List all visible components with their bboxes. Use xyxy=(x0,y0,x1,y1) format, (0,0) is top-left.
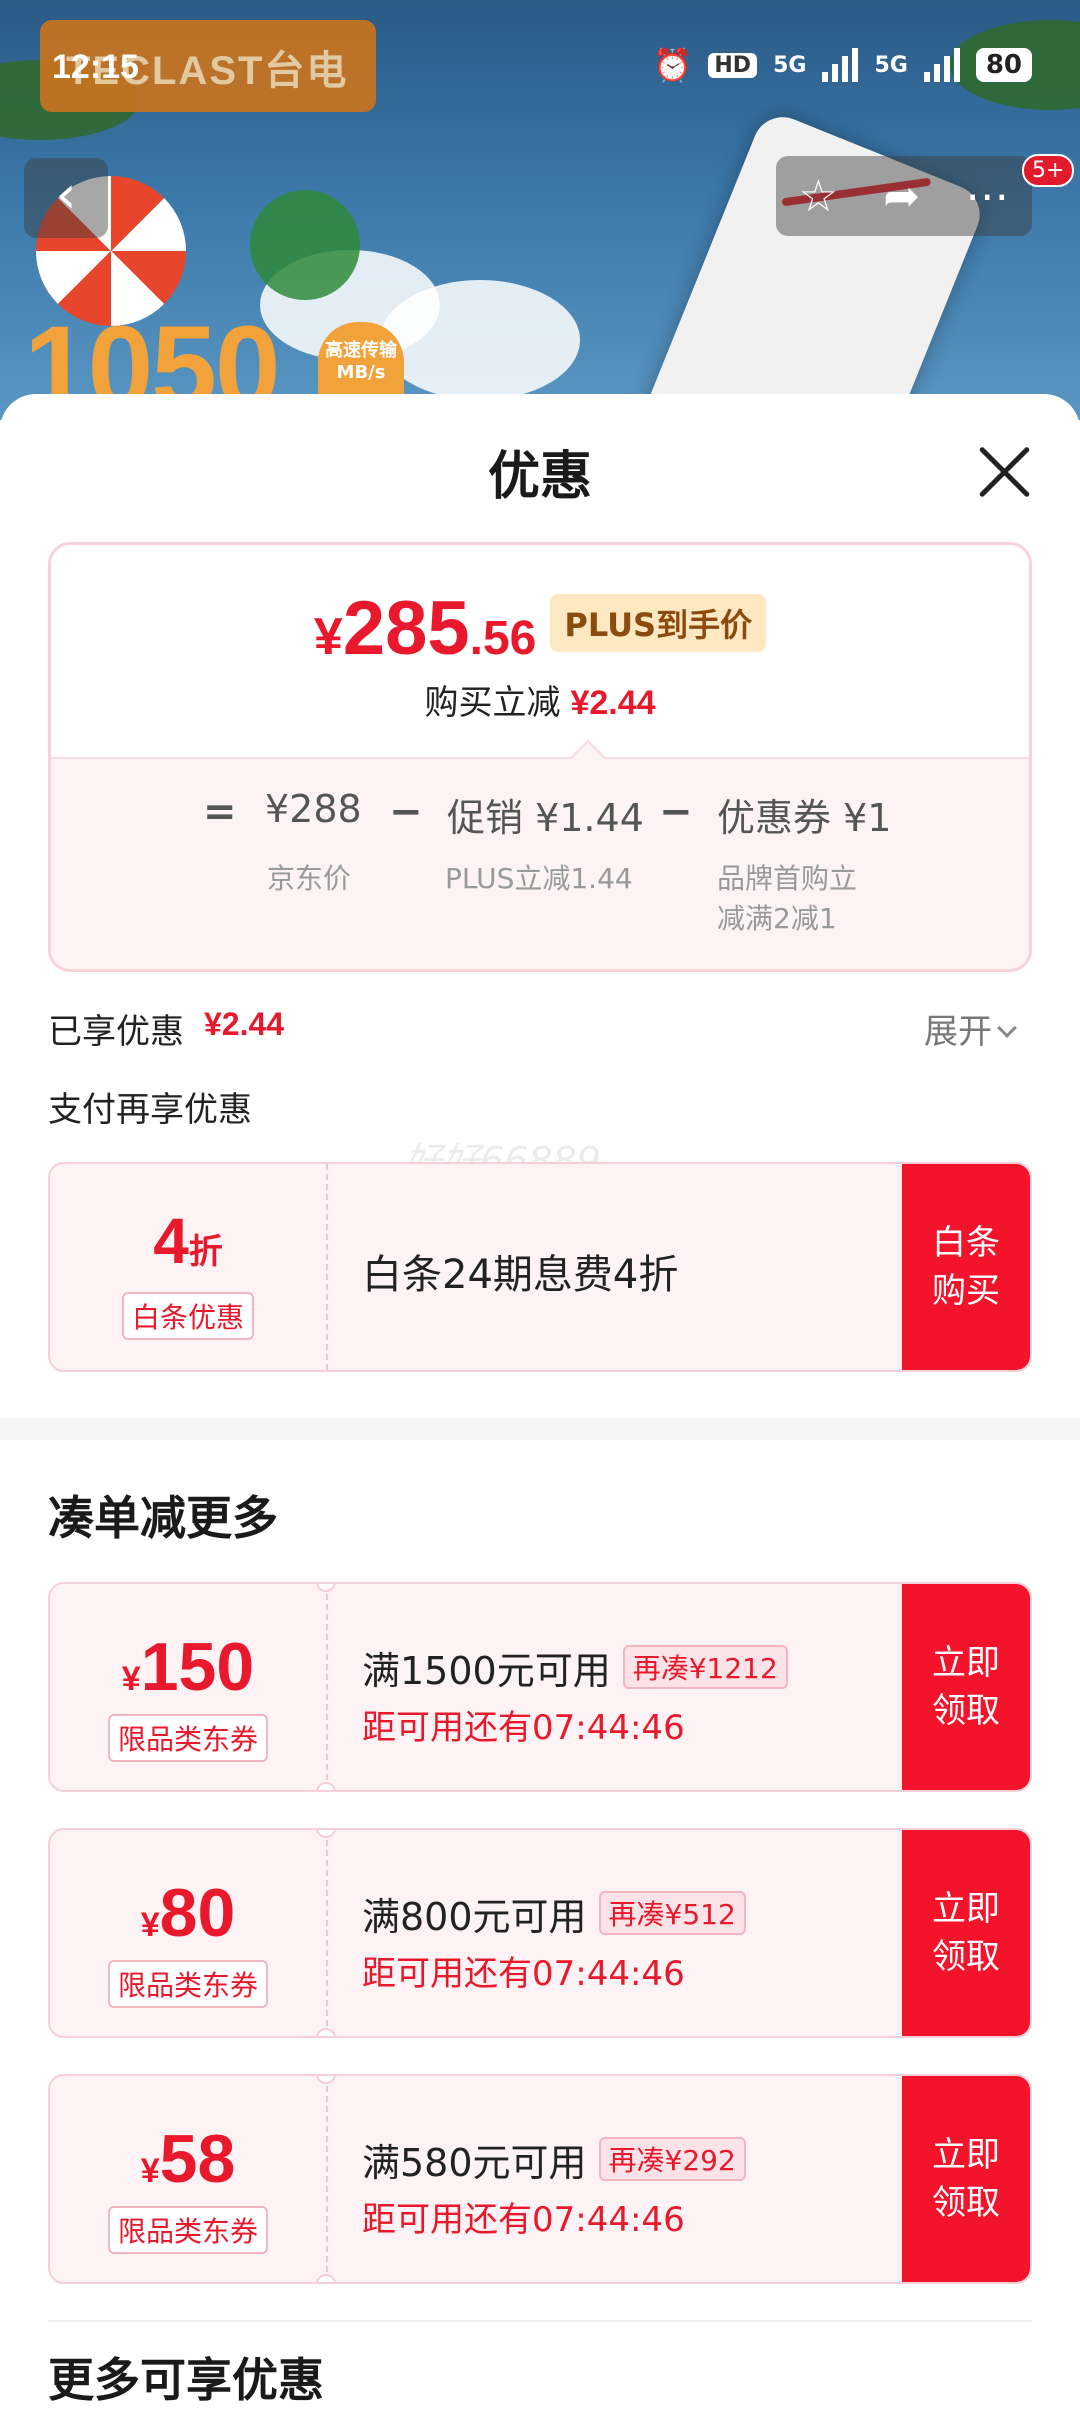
divider-line xyxy=(48,2320,1032,2322)
claim-coupon-button[interactable]: 立即 领取 xyxy=(902,2076,1030,2282)
instant-discount: 购买立减 ¥2.44 xyxy=(51,675,1029,724)
coupon-condition: 满580元可用 再凑¥292 xyxy=(362,2132,746,2187)
baitiao-tag: 白条优惠 xyxy=(121,1292,255,1340)
price-breakdown-card: ¥285.56 PLUS到手价 购买立减 ¥2.44 = ¥288 京东价 − 促销… xyxy=(48,542,1032,972)
back-button[interactable]: ‹ xyxy=(24,158,108,238)
status-icons: ⏰ HD 5G 5G 80 xyxy=(653,46,1032,84)
battery-indicator: 80 xyxy=(975,48,1032,82)
enjoyed-discount-label: 已享优惠 xyxy=(48,1012,184,1052)
coupon-value: 优惠券 ¥1 xyxy=(717,796,892,840)
claim-coupon-button[interactable]: 立即 领取 xyxy=(902,1584,1030,1790)
signal-bars-icon-2 xyxy=(923,48,960,82)
enjoyed-discount-value: ¥2.44 xyxy=(204,1006,285,1042)
baitiao-discount: 4折 xyxy=(153,1205,223,1277)
more-icon[interactable]: ⋯ xyxy=(965,171,1009,222)
close-icon[interactable] xyxy=(974,442,1034,502)
section-title-more-deals: 凑单减更多 xyxy=(48,1491,278,1545)
coupon-condition: 满1500元可用 再凑¥1212 xyxy=(362,1640,788,1695)
signal-5g-label: 5G xyxy=(773,52,807,78)
coupon-amount: ¥58 xyxy=(140,2121,236,2197)
coupon-type-tag: 限品类东券 xyxy=(107,1960,269,2008)
minus-sign: − xyxy=(389,789,423,835)
coupon-label: 品牌首购立 减满2减1 xyxy=(717,862,858,935)
message-count-badge: 5+ xyxy=(1022,154,1075,187)
coupon-countdown: 距可用还有07:44:46 xyxy=(362,1954,685,1994)
speed-unit-badge: 高速传输 MB/s xyxy=(318,322,404,402)
signal-5g-label-2: 5G xyxy=(874,52,908,78)
signal-bars-icon xyxy=(822,48,859,82)
currency-symbol: ¥ xyxy=(313,608,343,666)
promo-label: PLUS立减1.44 xyxy=(445,862,633,895)
coupon-card: ¥150 限品类东券 满1500元可用 再凑¥1212 距可用还有07:44:46… xyxy=(48,1582,1032,1792)
coupon-countdown: 距可用还有07:44:46 xyxy=(362,1708,685,1748)
final-price: ¥285.56 PLUS到手价 xyxy=(51,585,1029,672)
coupon-countdown: 距可用还有07:44:46 xyxy=(362,2200,685,2240)
discount-sheet: 优惠 ¥285.56 PLUS到手价 购买立减 ¥2.44 = ¥288 京东价 −… xyxy=(0,394,1080,2412)
coupon-card: ¥80 限品类东券 满800元可用 再凑¥512 距可用还有07:44:46 立即… xyxy=(48,1828,1032,2038)
section-divider xyxy=(0,1418,1080,1440)
share-icon[interactable]: ➦ xyxy=(883,171,920,222)
product-device-graphic xyxy=(631,108,989,420)
coupon-condition: 满800元可用 再凑¥512 xyxy=(362,1886,746,1941)
price-integer: 285 xyxy=(342,586,470,671)
section-title-extra-deals: 更多可享优惠 xyxy=(48,2353,324,2407)
price-formula: = ¥288 京东价 − 促销 ¥1.44 PLUS立减1.44 − 优惠券 ¥… xyxy=(51,757,1029,969)
coupon-gap-tag: 再凑¥512 xyxy=(598,1891,746,1935)
expand-button[interactable]: 展开 xyxy=(924,1004,1017,1053)
coupon-type-tag: 限品类东券 xyxy=(107,1714,269,1762)
plus-price-tag: PLUS到手价 xyxy=(550,594,767,652)
status-time: 12:15 xyxy=(52,48,139,86)
coupon-card: ¥58 限品类东券 满580元可用 再凑¥292 距可用还有07:44:46 立即… xyxy=(48,2074,1032,2284)
claim-coupon-button[interactable]: 立即 领取 xyxy=(902,1830,1030,2036)
coupon-gap-tag: 再凑¥292 xyxy=(598,2137,746,2181)
sheet-title: 优惠 xyxy=(487,447,592,507)
baitiao-buy-button[interactable]: 白条 购买 xyxy=(902,1164,1030,1370)
chevron-down-icon xyxy=(997,1018,1017,1038)
hd-icon: HD xyxy=(708,52,758,78)
jd-price-value: ¥288 xyxy=(265,787,362,831)
baitiao-description: 白条24期息费4折 xyxy=(362,1252,679,1298)
instant-discount-label: 购买立减 xyxy=(424,683,561,723)
palm-leaf xyxy=(250,190,360,300)
coupon-type-tag: 限品类东券 xyxy=(107,2206,269,2254)
chevron-left-icon: ‹ xyxy=(55,165,77,225)
instant-discount-value: ¥2.44 xyxy=(570,684,656,722)
coupon-gap-tag: 再凑¥1212 xyxy=(622,1645,788,1689)
coupon-amount: ¥150 xyxy=(121,1629,255,1705)
minus-sign-2: − xyxy=(659,789,693,835)
alarm-icon: ⏰ xyxy=(652,46,693,84)
promo-value: 促销 ¥1.44 xyxy=(447,796,644,840)
cloud-shape xyxy=(380,280,580,400)
baitiao-offer-card: 4折 白条优惠 白条24期息费4折 白条 购买 xyxy=(48,1162,1032,1372)
pay-discount-label: 支付再享优惠 xyxy=(48,1090,252,1130)
coupon-amount: ¥80 xyxy=(140,1875,236,1951)
jd-price-label: 京东价 xyxy=(267,862,352,895)
price-decimal: .56 xyxy=(469,612,537,665)
favorite-star-icon[interactable]: ☆ xyxy=(799,171,838,222)
top-actions: ☆ ➦ ⋯ xyxy=(776,156,1032,236)
equals-sign: = xyxy=(203,789,237,835)
